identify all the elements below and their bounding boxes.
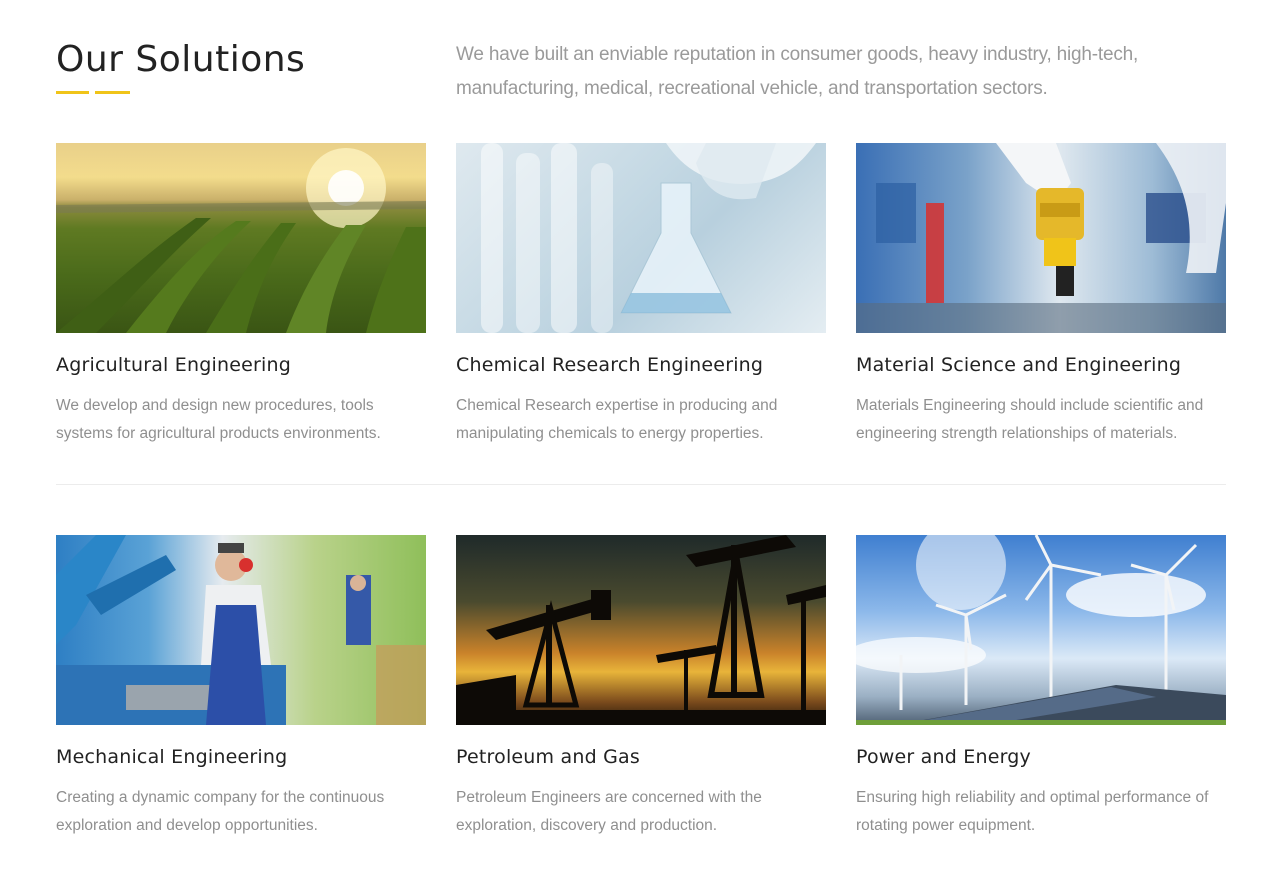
solution-card-power[interactable]: Power and Energy Ensuring high reliabili… <box>856 535 1226 834</box>
wind-solar-image[interactable] <box>856 535 1226 725</box>
row-divider <box>56 484 1226 485</box>
chemical-lab-image[interactable] <box>456 143 826 333</box>
solution-title[interactable]: Material Science and Engineering <box>856 354 1181 376</box>
robot-arm-image[interactable] <box>856 143 1226 333</box>
solution-title[interactable]: Mechanical Engineering <box>56 746 287 768</box>
solution-title[interactable]: Chemical Research Engineering <box>456 354 763 376</box>
solution-title[interactable]: Power and Energy <box>856 746 1031 768</box>
solution-card-chemical[interactable]: Chemical Research Engineering Chemical R… <box>456 143 826 442</box>
section-title: Our Solutions <box>56 39 306 80</box>
solution-description: We develop and design new procedures, to… <box>56 397 381 442</box>
solution-description: Ensuring high reliability and optimal pe… <box>856 789 1209 834</box>
solution-description: Materials Engineering should include sci… <box>856 397 1204 442</box>
agricultural-field-image[interactable] <box>56 143 426 333</box>
solution-description: Chemical Research expertise in producing… <box>456 397 778 442</box>
solution-card-mechanical[interactable]: Mechanical Engineering Creating a dynami… <box>56 535 426 834</box>
solution-card-material[interactable]: Material Science and Engineering Materia… <box>856 143 1226 442</box>
mechanical-worker-image[interactable] <box>56 535 426 725</box>
section-header: Our Solutions We have built an enviable … <box>56 38 1226 108</box>
solution-card-petroleum[interactable]: Petroleum and Gas Petroleum Engineers ar… <box>456 535 826 834</box>
solution-description: Petroleum Engineers are concerned with t… <box>456 789 762 834</box>
title-underline <box>56 91 131 94</box>
solution-title[interactable]: Petroleum and Gas <box>456 746 640 768</box>
solution-title[interactable]: Agricultural Engineering <box>56 354 291 376</box>
oil-pumpjack-image[interactable] <box>456 535 826 725</box>
section-intro: We have built an enviable reputation in … <box>456 44 1139 99</box>
solution-description: Creating a dynamic company for the conti… <box>56 789 385 834</box>
solution-card-agricultural[interactable]: Agricultural Engineering We develop and … <box>56 143 426 442</box>
